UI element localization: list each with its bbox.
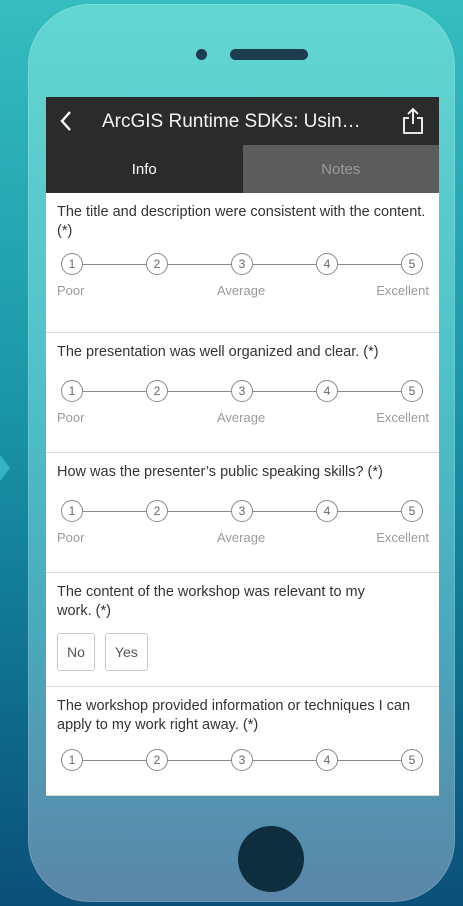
rating-option-1[interactable]: 1 [61, 380, 83, 402]
rating-option-3[interactable]: 3 [231, 500, 253, 522]
label-poor: Poor [57, 283, 85, 298]
rating-option-5[interactable]: 5 [401, 380, 423, 402]
yes-no-options: No Yes [57, 633, 379, 683]
rating-option-1[interactable]: 1 [61, 500, 83, 522]
app-screen: ArcGIS Runtime SDKs: Usin… Info Notes Th… [46, 97, 439, 796]
rating-option-2[interactable]: 2 [146, 500, 168, 522]
question-text: The presentation was well organized and … [57, 344, 379, 360]
label-excellent: Excellent [376, 530, 429, 545]
rating-option-3[interactable]: 3 [231, 749, 253, 771]
yes-button[interactable]: Yes [104, 633, 148, 671]
rating-option-1[interactable]: 1 [61, 749, 83, 771]
question-text: The workshop provided information or tec… [57, 698, 411, 733]
rating-option-4[interactable]: 4 [316, 500, 338, 522]
phone-camera [196, 49, 207, 60]
label-average: Average [217, 530, 266, 545]
question-text: The content of the workshop was relevant… [57, 584, 365, 619]
scale-labels: Poor Average Excellent [57, 530, 429, 550]
question-text: How was the presenter’s public speaking … [57, 464, 383, 480]
side-arrow-decoration [0, 455, 10, 481]
rating-option-3[interactable]: 3 [231, 380, 253, 402]
rating-option-1[interactable]: 1 [61, 253, 83, 275]
tab-notes[interactable]: Notes [242, 145, 439, 193]
rating-option-3[interactable]: 3 [231, 253, 253, 275]
label-poor: Poor [57, 410, 85, 425]
question-item: The workshop provided information or tec… [46, 687, 439, 796]
tab-bar: Info Notes [46, 145, 439, 193]
question-text: The title and description were consisten… [57, 204, 426, 239]
question-item: How was the presenter’s public speaking … [46, 453, 439, 573]
chevron-left-icon[interactable] [54, 107, 78, 135]
label-average: Average [217, 410, 266, 425]
question-item: The title and description were consisten… [46, 193, 439, 333]
rating-scale: 1 2 3 4 5 [57, 749, 427, 773]
no-button[interactable]: No [57, 633, 95, 671]
rating-option-4[interactable]: 4 [316, 749, 338, 771]
tab-info[interactable]: Info [46, 145, 243, 193]
rating-scale: 1 2 3 4 5 [57, 500, 427, 524]
label-poor: Poor [57, 530, 85, 545]
rating-option-2[interactable]: 2 [146, 380, 168, 402]
label-excellent: Excellent [376, 283, 429, 298]
page-title: ArcGIS Runtime SDKs: Usin… [102, 111, 361, 132]
home-button[interactable] [238, 826, 304, 892]
rating-option-4[interactable]: 4 [316, 380, 338, 402]
rating-option-2[interactable]: 2 [146, 749, 168, 771]
rating-option-5[interactable]: 5 [401, 253, 423, 275]
phone-speaker [230, 49, 308, 60]
scale-labels: Poor Average Excellent [57, 283, 429, 303]
question-item: The content of the workshop was relevant… [46, 573, 439, 687]
navigation-bar: ArcGIS Runtime SDKs: Usin… [46, 97, 439, 145]
rating-option-2[interactable]: 2 [146, 253, 168, 275]
question-item: The presentation was well organized and … [46, 333, 439, 453]
scale-labels: Poor Average Excellent [57, 410, 429, 430]
rating-option-4[interactable]: 4 [316, 253, 338, 275]
rating-option-5[interactable]: 5 [401, 749, 423, 771]
share-icon[interactable] [401, 107, 425, 135]
rating-option-5[interactable]: 5 [401, 500, 423, 522]
label-excellent: Excellent [376, 410, 429, 425]
rating-scale: 1 2 3 4 5 [57, 380, 427, 404]
label-average: Average [217, 283, 266, 298]
rating-scale: 1 2 3 4 5 [57, 253, 427, 277]
